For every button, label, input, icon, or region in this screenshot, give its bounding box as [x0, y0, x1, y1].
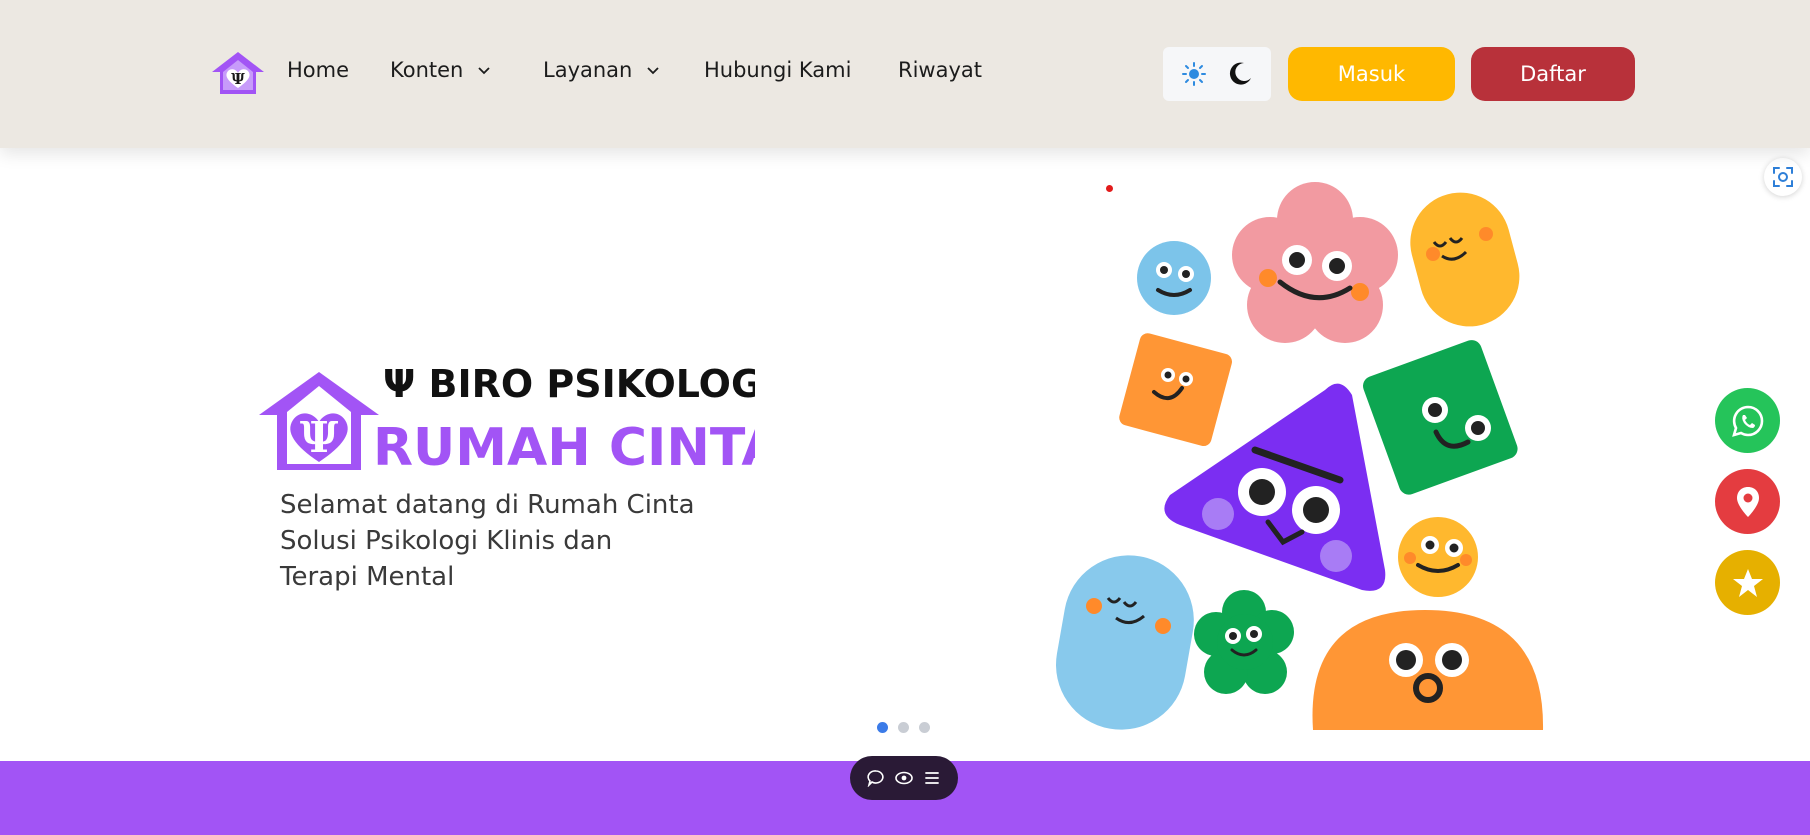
carousel-dot[interactable] [898, 722, 909, 733]
blue-circle-character [1137, 241, 1211, 315]
svg-text:Ψ: Ψ [231, 70, 245, 88]
theme-toggle [1163, 47, 1271, 101]
chevron-down-icon [647, 67, 659, 75]
orange-square-character [1119, 333, 1232, 447]
pink-flower-character [1232, 182, 1398, 343]
nav-hubungi-kami-label: Hubungi Kami [704, 58, 852, 82]
location-pin-icon [1736, 486, 1759, 517]
location-button[interactable] [1715, 469, 1780, 534]
carousel-dot[interactable] [919, 722, 930, 733]
moon-icon [1229, 62, 1251, 85]
yellow-circle-character [1398, 517, 1478, 597]
screenshot-scan-button[interactable] [1764, 158, 1802, 196]
dark-mode-button[interactable] [1223, 57, 1257, 91]
logo-line1: Ψ BIRO PSIKOLOGI [383, 362, 755, 406]
chevron-down-icon [478, 67, 490, 75]
whatsapp-icon [1731, 405, 1763, 437]
eye-icon [895, 771, 913, 785]
orange-dome-character [1312, 610, 1544, 730]
light-mode-button[interactable] [1177, 57, 1211, 91]
chat-icon [867, 770, 884, 787]
svg-text:Ψ: Ψ [300, 413, 339, 462]
nav-konten[interactable]: Konten [390, 58, 491, 82]
nav-hubungi-kami[interactable]: Hubungi Kami [704, 58, 851, 82]
nav-riwayat-label: Riwayat [898, 58, 982, 82]
register-button[interactable]: Daftar [1471, 47, 1635, 101]
hero-tagline: Selamat datang di Rumah Cinta Solusi Psi… [280, 487, 780, 595]
carousel-dot[interactable] [877, 722, 888, 733]
psi-house-logo-icon[interactable]: Ψ [210, 50, 266, 96]
sun-icon [1182, 62, 1206, 86]
nav-layanan[interactable]: Layanan [543, 58, 660, 82]
nav-home[interactable]: Home [287, 58, 349, 82]
nav-riwayat[interactable]: Riwayat [898, 58, 982, 82]
logo-line2: RUMAH CINTA [373, 418, 755, 475]
green-flower-character [1194, 590, 1294, 694]
carousel-indicators [877, 722, 930, 733]
chat-button[interactable] [865, 767, 887, 789]
blue-pill-character [1056, 555, 1194, 730]
preview-button[interactable] [893, 767, 915, 789]
green-square-character [1363, 340, 1518, 495]
tagline-line: Selamat datang di Rumah Cinta [280, 490, 695, 520]
scan-icon [1773, 167, 1793, 187]
star-icon [1732, 568, 1763, 597]
hero-illustration [1056, 182, 1544, 730]
whatsapp-button[interactable] [1715, 388, 1780, 453]
navbar: Ψ Home Konten Layanan Hubungi Kami Riway… [0, 0, 1810, 148]
login-button[interactable]: Masuk [1288, 47, 1455, 101]
floating-toolbar [850, 756, 958, 800]
menu-icon [925, 772, 939, 784]
rating-button[interactable] [1715, 550, 1780, 615]
page: Ψ Home Konten Layanan Hubungi Kami Riway… [0, 0, 1810, 835]
tagline-line: Solusi Psikologi Klinis dan [280, 526, 613, 556]
nav-layanan-label: Layanan [543, 58, 633, 82]
menu-button[interactable] [921, 767, 943, 789]
yellow-pill-character [1410, 192, 1520, 327]
nav-home-label: Home [287, 58, 350, 82]
tagline-line: Terapi Mental [280, 562, 455, 592]
nav-konten-label: Konten [390, 58, 464, 82]
rumah-cinta-logo: Ψ Ψ BIRO PSIKOLOGI RUMAH CINTA [259, 362, 755, 475]
